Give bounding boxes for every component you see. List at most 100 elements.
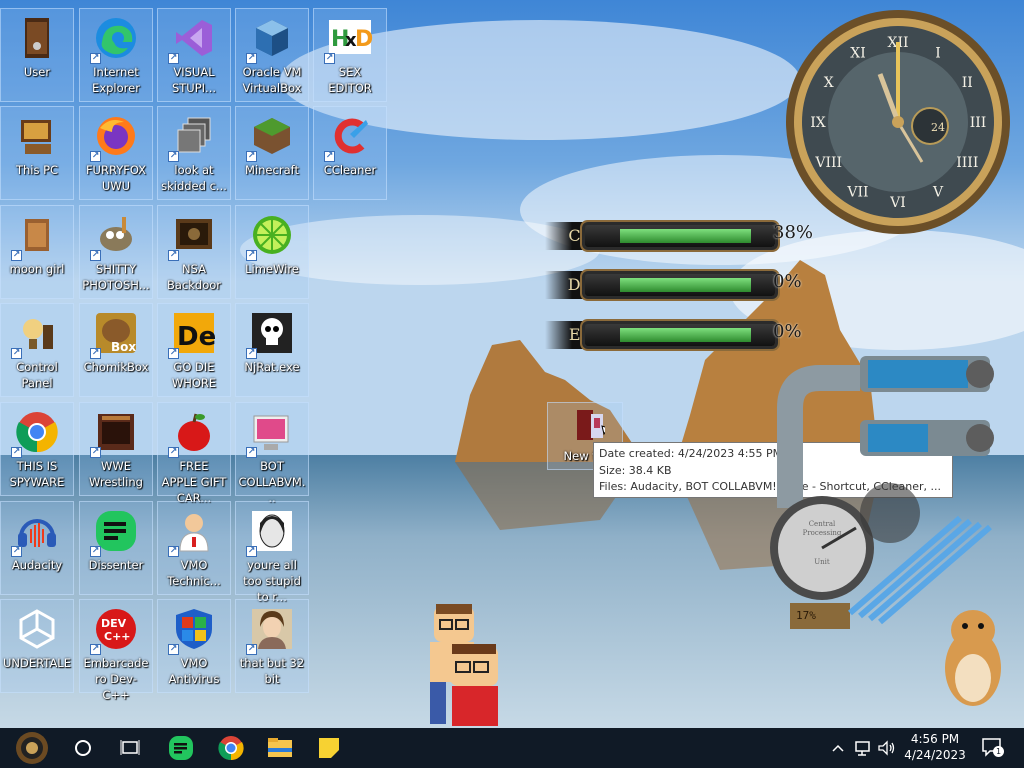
desktop-icon-embarcadero[interactable]: DEV C++ ↗ Embarcadero Dev-C++ (79, 599, 153, 702)
clock-numeral: XI (850, 46, 866, 62)
start-button[interactable] (8, 728, 56, 768)
desktop-icon-sex-editor[interactable]: Hx D ↗ SEX EDITOR (313, 8, 387, 102)
desktop-icon-label: FREE APPLE GIFT CAR... (161, 459, 227, 505)
drive-percent: 0% (773, 321, 802, 342)
drive-meter-track (585, 225, 775, 247)
clock-numeral: III (970, 115, 987, 131)
svg-text:De: De (177, 322, 216, 352)
desktop-icon-vmo-antivirus[interactable]: ↗ VMO Antivirus (157, 599, 231, 693)
folder-book-icon (565, 406, 605, 446)
desktop-icon-visual-studio[interactable]: ↗ VISUAL STUPI... (157, 8, 231, 102)
show-hidden-icons-button[interactable] (830, 738, 846, 758)
ccleaner-icon: ↗ (324, 112, 374, 162)
shortcut-arrow-icon: ↗ (246, 644, 257, 655)
desktop-icon-chomikbox[interactable]: Box ↗ ChomikBox (79, 303, 153, 397)
shortcut-arrow-icon: ↗ (246, 546, 257, 557)
desktop-icon-user[interactable]: User (0, 8, 74, 102)
desktop-icon-nsa-backdoor[interactable]: ↗ NSA Backdoor (157, 205, 231, 299)
clock-numeral: IX (810, 115, 826, 131)
taskbar: 4:56 PM 4/24/2023 1 (0, 728, 1024, 768)
desktop-icon-internet-explorer[interactable]: ↗ Internet Explorer (79, 8, 153, 102)
desktop-icon-label: This PC (15, 163, 59, 177)
desktop-icon-furryfox[interactable]: ↗ FURRYFOX UWU (79, 106, 153, 200)
shortcut-arrow-icon: ↗ (11, 546, 22, 557)
shortcut-arrow-icon: ↗ (11, 447, 22, 458)
drive-meter-3[interactable]: E: 0% (545, 321, 810, 349)
volume-button[interactable] (876, 738, 896, 758)
speaker-icon (878, 740, 895, 756)
shortcut-arrow-icon: ↗ (90, 53, 101, 64)
desktop-icon-audacity[interactable]: ↗ Audacity (0, 501, 74, 595)
shortcut-arrow-icon: ↗ (90, 546, 101, 557)
pink-monitor-icon: ↗ (246, 408, 296, 458)
svg-text:C++: C++ (104, 630, 131, 643)
computer-icon (13, 112, 61, 160)
desktop-icon-control-panel[interactable]: ↗ Control Panel (0, 303, 74, 397)
steampunk-start-orb-icon (16, 732, 48, 764)
desktop-icon-label: Embarcadero Dev-C++ (83, 656, 149, 702)
shortcut-arrow-icon: ↗ (90, 348, 101, 359)
desktop-icon-minecraft[interactable]: ↗ Minecraft (235, 106, 309, 200)
desktop-icon-label: Control Panel (16, 360, 58, 390)
desktop-icon-look-at-skidded[interactable]: ↗ look at skidded c... (157, 106, 231, 200)
desktop-icon-label: VISUAL STUPI... (171, 65, 217, 95)
drive-letter: E: (545, 321, 590, 349)
desktop-icon-wwe-wrestling[interactable]: ↗ WWE Wrestling (79, 402, 153, 496)
desktop-icon-youre-all-too-stupid[interactable]: ↗ youre all too stupid to r... (235, 501, 309, 604)
desktop-icon-ccleaner[interactable]: ↗ CCleaner (313, 106, 387, 200)
desktop-icon-virtualbox[interactable]: ↗ Oracle VM VirtualBox (235, 8, 309, 102)
drive-meter-2[interactable]: D: 0% (545, 271, 810, 299)
sticky-notes-button[interactable] (305, 728, 353, 768)
task-view-button[interactable] (106, 728, 154, 768)
desktop-icon-label: Oracle VM VirtualBox (242, 65, 302, 95)
task-view-icon (120, 740, 140, 755)
hamster-sticker (945, 610, 1001, 706)
desktop-icon-that-but-32bit[interactable]: ↗ that but 32 bit (235, 599, 309, 693)
visual-studio-icon: ↗ (168, 14, 218, 64)
desktop-icon-limewire[interactable]: ↗ LimeWire (235, 205, 309, 299)
desktop-icon-label: THIS IS SPYWARE (9, 459, 65, 489)
network-button[interactable] (852, 738, 872, 758)
desktop-icon-shitty-photoshop[interactable]: ↗ SHITTY PHOTOSH... (79, 205, 153, 299)
shortcut-arrow-icon: ↗ (168, 250, 179, 261)
clock-numeral: VI (889, 195, 906, 211)
desktop-icon-this-is-spyware[interactable]: ↗ THIS IS SPYWARE (0, 402, 74, 496)
steampunk-clock-gadget[interactable]: XIIIIIIIIIIIIVVIVIIVIIIIXXXI 24 (780, 4, 1016, 240)
clock-numeral: IIII (956, 155, 978, 171)
drive-meter-fill (620, 278, 751, 292)
taskbar-clock[interactable]: 4:56 PM 4/24/2023 (900, 731, 970, 763)
dissenter-taskbar-button[interactable] (157, 728, 205, 768)
devcpp-icon: DEV C++ ↗ (90, 605, 140, 655)
cpu-gauge-dial-text: Central Processing Unit (802, 520, 842, 566)
steampunk-lamp-icon: ↗ (11, 309, 61, 359)
desktop-icon-label: BOT COLLABVM... (238, 459, 306, 505)
cortana-circle-icon (75, 740, 91, 756)
desktop-icon-undertale[interactable]: UNDERTALE (0, 599, 74, 693)
desktop-icon-njrat[interactable]: ↗ NjRat.exe (235, 303, 309, 397)
steampunk-cpu-gadget[interactable]: Central Processing Unit 17% (760, 348, 1000, 648)
desktop-icon-free-apple[interactable]: ↗ FREE APPLE GIFT CAR... (157, 402, 231, 505)
chrome-taskbar-icon (218, 736, 244, 761)
cortana-button[interactable] (59, 728, 107, 768)
desktop-icon-moon-girl[interactable]: ↗ moon girl (0, 205, 74, 299)
drive-meter-track (585, 324, 775, 346)
chevron-up-icon (832, 744, 844, 752)
clock-face: XIIIIIIIIIIIIVVIVIIVIIIIXXXI (786, 10, 1010, 234)
clock-numeral: VII (846, 184, 868, 200)
shortcut-arrow-icon: ↗ (324, 53, 335, 64)
file-explorer-button[interactable] (256, 728, 304, 768)
desktop-icon-dissenter[interactable]: ↗ Dissenter (79, 501, 153, 595)
gimp-icon: ↗ (90, 211, 140, 261)
file-explorer-icon (268, 738, 292, 757)
shortcut-arrow-icon: ↗ (246, 348, 257, 359)
desktop-icon-bot-collabvm[interactable]: ↗ BOT COLLABVM... (235, 402, 309, 505)
drive-meter-1[interactable]: C: 38% (545, 222, 813, 250)
shortcut-arrow-icon: ↗ (246, 53, 257, 64)
desktop-icon-this-pc[interactable]: This PC (0, 106, 74, 200)
desktop-icon-label: moon girl (9, 262, 65, 276)
desktop-icon-go-die-whore[interactable]: De ↗ GO DIE WHORE (157, 303, 231, 397)
desktop-icon-vmo-technic[interactable]: ↗ VMO Technic... (157, 501, 231, 595)
unity-icon (13, 605, 61, 653)
action-center-button[interactable]: 1 (980, 736, 1006, 760)
chrome-taskbar-button[interactable] (207, 728, 255, 768)
